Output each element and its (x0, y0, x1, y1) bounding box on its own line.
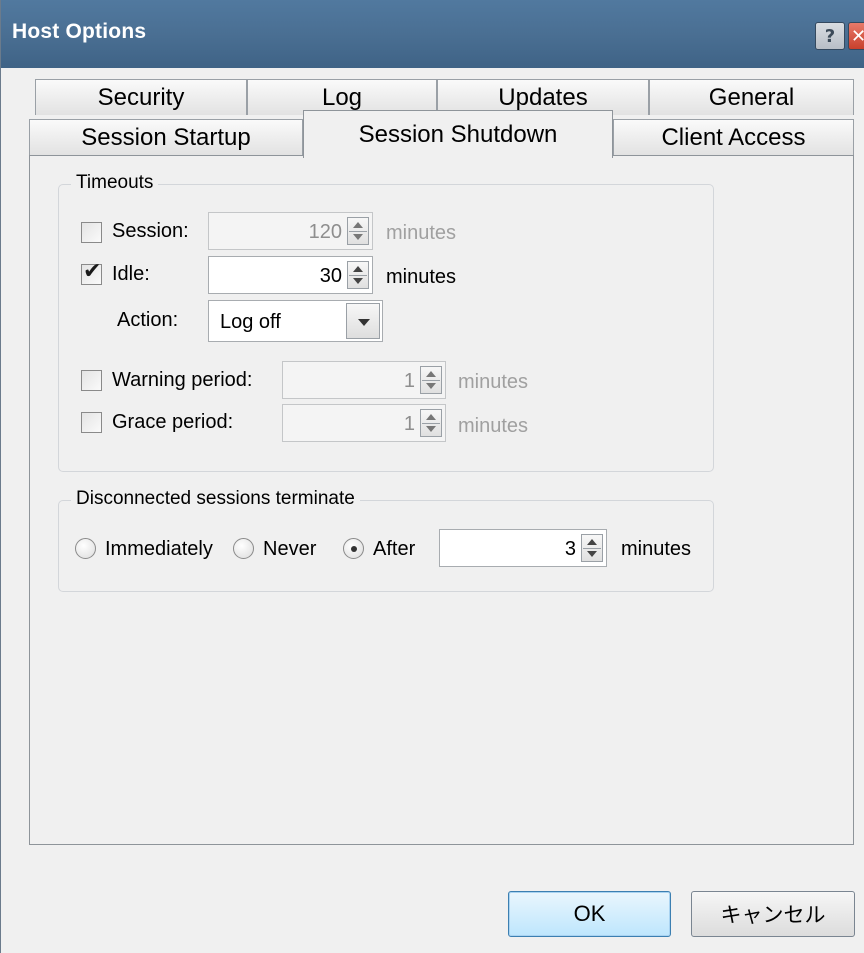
cancel-button[interactable]: キャンセル (691, 891, 855, 937)
warning-spin-arrows[interactable] (420, 366, 442, 394)
radio-immediately[interactable] (75, 538, 96, 559)
warning-period-unit-label: minutes (458, 371, 529, 393)
tab-session-shutdown[interactable]: Session Shutdown (303, 110, 613, 158)
grace-period-unit-label: minutes (458, 415, 529, 437)
warning-period-stepper[interactable]: 1 (282, 361, 446, 399)
action-dropdown[interactable]: Log off (208, 300, 383, 342)
after-unit-label: minutes (621, 538, 692, 560)
warning-period-value: 1 (403, 370, 415, 392)
ok-button[interactable]: OK (508, 891, 671, 937)
chevron-down-icon[interactable] (346, 303, 380, 339)
grace-period-label: Grace period: (112, 411, 234, 433)
timeouts-group-title: Timeouts (71, 172, 159, 194)
grace-spin-arrows[interactable] (420, 409, 442, 437)
idle-checkbox[interactable]: ✔ (81, 259, 102, 285)
session-minutes-value: 120 (308, 221, 342, 243)
action-value: Log off (220, 311, 281, 333)
host-options-dialog: Host Options ? ✕ Security Log Updates Ge… (0, 0, 864, 953)
tab-security[interactable]: Security (35, 79, 247, 115)
idle-minutes-stepper[interactable]: 30 (208, 256, 373, 294)
grace-period-checkbox[interactable] (81, 412, 102, 433)
radio-after-label: After (373, 538, 416, 560)
after-minutes-stepper[interactable]: 3 (439, 529, 607, 567)
session-spin-arrows[interactable] (347, 217, 369, 245)
close-icon[interactable]: ✕ (848, 22, 864, 50)
idle-unit-label: minutes (386, 266, 457, 288)
idle-label: Idle: (112, 263, 150, 285)
radio-after[interactable] (343, 538, 364, 559)
check-icon: ✔ (83, 259, 102, 284)
tab-general[interactable]: General (649, 79, 854, 115)
radio-never[interactable] (233, 538, 254, 559)
session-minutes-stepper[interactable]: 120 (208, 212, 373, 250)
action-label: Action: (117, 309, 179, 331)
window-title: Host Options (12, 20, 147, 43)
radio-never-label: Never (263, 538, 317, 560)
tab-client-access[interactable]: Client Access (613, 119, 854, 155)
help-icon[interactable]: ? (815, 22, 845, 50)
tab-session-startup[interactable]: Session Startup (29, 119, 303, 155)
disconnected-group-title: Disconnected sessions terminate (71, 488, 360, 510)
after-minutes-value: 3 (564, 538, 576, 560)
session-checkbox[interactable] (81, 222, 102, 243)
after-spin-arrows[interactable] (581, 534, 603, 562)
idle-spin-arrows[interactable] (347, 261, 369, 289)
title-bar[interactable]: Host Options ? ✕ (1, 0, 864, 68)
session-label: Session: (112, 220, 189, 242)
radio-immediately-label: Immediately (105, 538, 213, 560)
grace-period-value: 1 (403, 413, 415, 435)
warning-period-label: Warning period: (112, 369, 253, 391)
idle-minutes-value: 30 (319, 265, 342, 287)
grace-period-stepper[interactable]: 1 (282, 404, 446, 442)
warning-period-checkbox[interactable] (81, 370, 102, 391)
session-unit-label: minutes (386, 222, 457, 244)
